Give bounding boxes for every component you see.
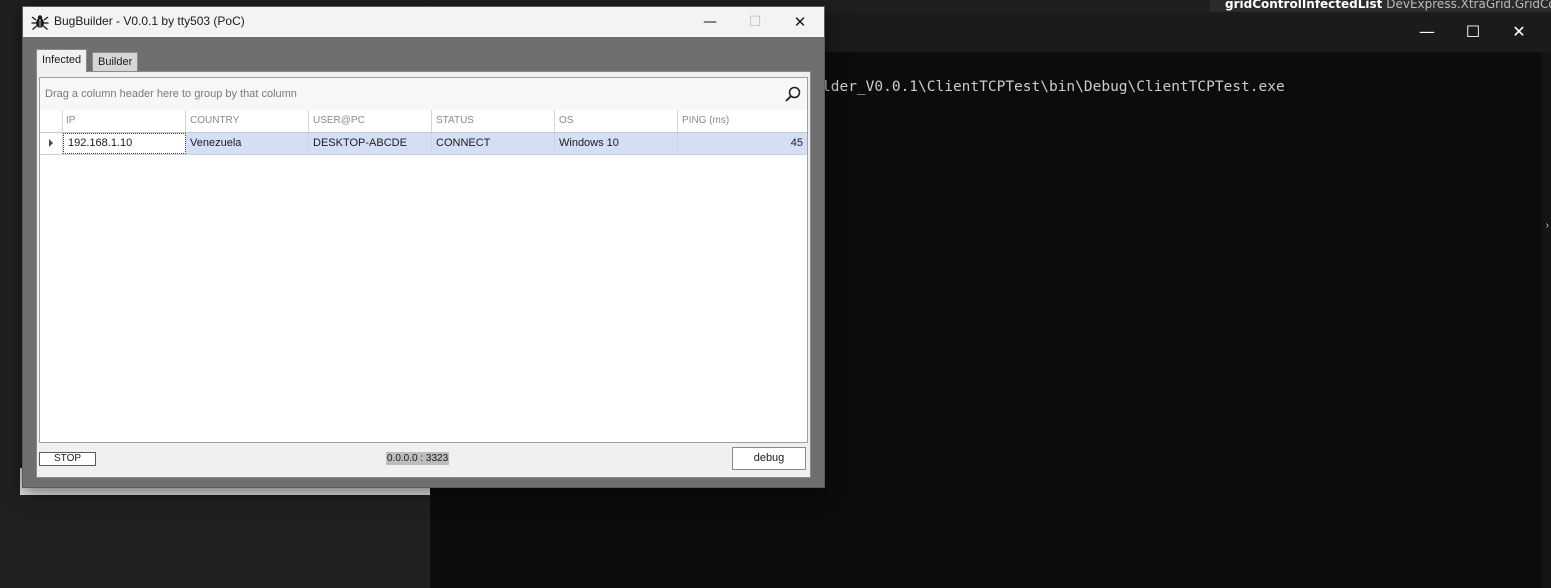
listen-address-label: 0.0.0.0 : 3323	[386, 452, 450, 465]
properties-object-type: DevExpress.XtraGrid.GridControl	[1386, 0, 1551, 11]
group-panel[interactable]: Drag a column header here to group by th…	[40, 78, 807, 111]
column-header-os[interactable]: OS	[555, 110, 678, 132]
title-bar[interactable]: BugBuilder - V0.0.1 by tty503 (PoC) — ☐ …	[23, 7, 824, 37]
console-edge-glyph: ›	[1545, 220, 1549, 231]
window-title: BugBuilder - V0.0.1 by tty503 (PoC)	[54, 14, 245, 28]
tab-builder[interactable]: Builder	[92, 52, 139, 72]
column-header-ip[interactable]: IP	[62, 110, 186, 132]
console-maximize-button[interactable]: ☐	[1450, 12, 1496, 52]
bug-icon	[31, 15, 49, 30]
infected-grid[interactable]: Drag a column header here to group by th…	[39, 77, 808, 443]
console-minimize-button[interactable]: —	[1404, 12, 1450, 52]
debug-button[interactable]: debug	[732, 447, 806, 470]
cell-os[interactable]: Windows 10	[555, 133, 678, 154]
column-header-status[interactable]: STATUS	[432, 110, 555, 132]
stop-button[interactable]: STOP	[39, 452, 96, 466]
minimize-button[interactable]: —	[687, 7, 733, 37]
maximize-button[interactable]: ☐	[732, 7, 778, 37]
column-header-user-pc[interactable]: USER@PC	[309, 110, 432, 132]
column-header-ping[interactable]: PING (ms)	[678, 110, 807, 132]
group-panel-hint: Drag a column header here to group by th…	[45, 88, 297, 100]
cell-status[interactable]: CONNECT	[432, 133, 555, 154]
row-pointer-icon	[49, 139, 53, 147]
cell-ip[interactable]: 192.168.1.10	[63, 133, 186, 154]
close-button[interactable]: ✕	[777, 7, 823, 37]
console-scrollbar[interactable]	[1541, 52, 1551, 588]
bugbuilder-window: BugBuilder - V0.0.1 by tty503 (PoC) — ☐ …	[22, 6, 825, 488]
column-header-row: IP COUNTRY USER@PC STATUS OS PING (ms)	[40, 110, 807, 133]
table-row[interactable]: 192.168.1.10 Venezuela DESKTOP-ABCDE CON…	[40, 133, 807, 155]
console-close-button[interactable]: ✕	[1496, 12, 1542, 52]
row-indicator-header	[40, 110, 63, 132]
cell-user-pc[interactable]: DESKTOP-ABCDE	[309, 133, 432, 154]
tab-infected[interactable]: Infected	[36, 49, 88, 72]
properties-object-name: gridControlInfectedList	[1225, 0, 1383, 11]
cell-country[interactable]: Venezuela	[186, 133, 309, 154]
search-icon[interactable]	[784, 85, 802, 103]
column-header-country[interactable]: COUNTRY	[186, 110, 309, 132]
infected-tab-panel: Drag a column header here to group by th…	[36, 71, 811, 478]
cell-ping[interactable]: 45	[678, 133, 807, 154]
properties-selected-object[interactable]: gridControlInfectedList DevExpress.XtraG…	[1225, 0, 1551, 11]
row-indicator[interactable]	[40, 133, 63, 154]
console-output: lder_V0.0.1\ClientTCPTest\bin\Debug\Clie…	[822, 79, 1285, 95]
